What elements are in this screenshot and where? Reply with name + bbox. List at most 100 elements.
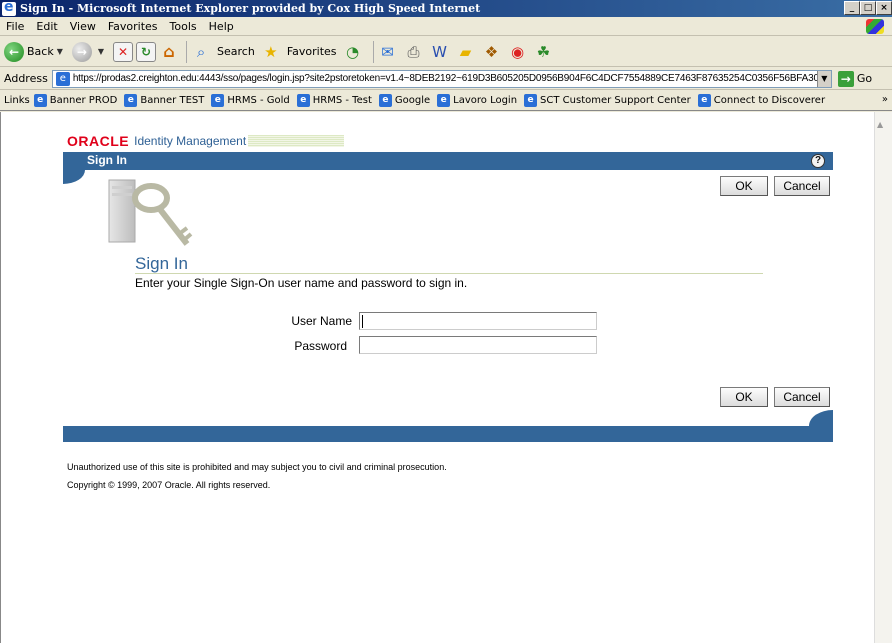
menu-file[interactable]: File	[0, 20, 30, 33]
link-label: HRMS - Gold	[227, 95, 290, 106]
internet-explorer-icon	[2, 0, 16, 16]
toolbar-separator	[186, 40, 188, 63]
copyright-notice: Copyright © 1999, 2007 Oracle. All right…	[67, 480, 271, 490]
search-icon: ⌕	[196, 42, 206, 61]
links-label: Links	[4, 95, 30, 106]
mail-icon[interactable]: ✉	[378, 42, 398, 62]
link-discoverer[interactable]: e Connect to Discoverer	[697, 94, 826, 107]
back-button[interactable]: ← Back ▼	[4, 41, 66, 62]
home-icon[interactable]: ⌂	[159, 42, 179, 62]
ok-button-bottom[interactable]: OK	[720, 387, 768, 407]
product-name: Identity Management	[134, 134, 247, 148]
minimize-button[interactable]: _	[844, 1, 860, 15]
menu-tools[interactable]: Tools	[164, 20, 203, 33]
header-curve	[63, 170, 85, 184]
address-input[interactable]: e https://prodas2.creighton.edu:4443/sso…	[51, 69, 832, 88]
legal-notice: Unauthorized use of this site is prohibi…	[67, 462, 447, 472]
link-label: Banner TEST	[140, 95, 205, 106]
link-banner-prod[interactable]: e Banner PROD	[33, 94, 118, 107]
folder-icon[interactable]: ▰	[456, 42, 476, 62]
link-google[interactable]: e Google	[378, 94, 430, 107]
ie-page-icon: e	[211, 94, 225, 107]
menu-help[interactable]: Help	[203, 20, 240, 33]
messenger-icon[interactable]: ◉	[508, 42, 528, 62]
address-url[interactable]: https://prodas2.creighton.edu:4443/sso/p…	[73, 73, 817, 84]
close-button[interactable]: ×	[876, 1, 892, 15]
links-bar: Links e Banner PROD e Banner TEST e HRMS - …	[0, 91, 892, 111]
search-button[interactable]: ⌕ Search	[191, 42, 255, 62]
ie-page-icon: e	[697, 94, 711, 107]
word-edit-icon[interactable]: W	[430, 42, 450, 62]
go-label: Go	[856, 72, 873, 85]
ie-page-icon: e	[437, 94, 451, 107]
text-caret	[362, 315, 363, 328]
footer-band	[63, 426, 833, 442]
ie-page-icon: e	[296, 94, 310, 107]
page-content: ORACLE Identity Management Sign In ? OK …	[0, 112, 874, 643]
header-band: Sign In ?	[63, 152, 833, 170]
history-icon[interactable]: ◔	[343, 42, 363, 62]
page-icon: e	[55, 71, 70, 86]
ok-button-top[interactable]: OK	[720, 176, 768, 196]
username-input[interactable]	[359, 312, 597, 330]
menu-bar: File Edit View Favorites Tools Help	[0, 17, 892, 36]
oracle-logo: ORACLE Identity Management	[67, 133, 345, 149]
browser-window: Sign In - Microsoft Internet Explorer pr…	[0, 0, 892, 643]
back-dropdown-icon[interactable]: ▼	[57, 47, 63, 56]
scroll-up-icon[interactable]: ▲	[877, 120, 883, 129]
toolbar-separator	[372, 40, 374, 63]
favorites-star-icon: ★	[264, 42, 278, 61]
link-label: HRMS - Test	[312, 95, 372, 106]
back-arrow-icon: ←	[4, 41, 24, 62]
links-more-chevron-icon[interactable]: »	[882, 94, 888, 105]
cancel-button-bottom[interactable]: Cancel	[774, 387, 830, 407]
username-label: User Name	[291, 314, 352, 328]
favorites-label: Favorites	[286, 45, 337, 58]
link-label: SCT Customer Support Center	[540, 95, 691, 106]
cancel-button-top[interactable]: Cancel	[774, 176, 830, 196]
link-banner-test[interactable]: e Banner TEST	[124, 94, 204, 107]
title-bar: Sign In - Microsoft Internet Explorer pr…	[0, 0, 892, 17]
forward-button[interactable]: → ▼	[71, 41, 107, 62]
header-title: Sign In	[87, 153, 127, 167]
password-label: Password	[294, 339, 347, 353]
go-button[interactable]: → Go	[837, 70, 873, 87]
window-controls: _ □ ×	[844, 1, 892, 15]
back-label: Back	[27, 45, 54, 58]
ie-page-icon: e	[124, 94, 138, 107]
link-hrms-test[interactable]: e HRMS - Test	[296, 94, 372, 107]
footer-curve	[809, 410, 833, 426]
forward-arrow-icon: →	[71, 41, 92, 62]
research-icon[interactable]: ❖	[482, 42, 502, 62]
menu-favorites[interactable]: Favorites	[102, 20, 164, 33]
password-input[interactable]	[359, 336, 597, 354]
windows-logo-icon	[866, 19, 884, 34]
link-label: Banner PROD	[49, 95, 118, 106]
link-lavoro-login[interactable]: e Lavoro Login	[437, 94, 517, 107]
instructions-text: Enter your Single Sign-On user name and …	[135, 276, 468, 290]
favorites-button[interactable]: ★ Favorites	[261, 42, 337, 62]
contacts-icon[interactable]: ☘	[534, 42, 554, 62]
forward-dropdown-icon[interactable]: ▼	[98, 47, 104, 56]
window-title: Sign In - Microsoft Internet Explorer pr…	[20, 2, 481, 15]
ie-page-icon: e	[33, 94, 47, 107]
go-arrow-icon: →	[837, 70, 854, 87]
ie-page-icon: e	[378, 94, 392, 107]
vertical-scrollbar[interactable]: ▲	[874, 112, 892, 643]
print-icon[interactable]: ⎙	[404, 42, 424, 62]
address-label: Address	[4, 72, 48, 85]
address-dropdown-icon[interactable]: ▼	[816, 70, 831, 87]
heading-divider	[135, 273, 763, 274]
stop-icon[interactable]: ✕	[113, 41, 134, 62]
help-icon[interactable]: ?	[811, 154, 825, 168]
link-hrms-gold[interactable]: e HRMS - Gold	[211, 94, 290, 107]
maximize-button[interactable]: □	[860, 1, 876, 15]
brand-stripes	[248, 135, 345, 147]
link-sct-support[interactable]: e SCT Customer Support Center	[524, 94, 691, 107]
menu-view[interactable]: View	[64, 20, 102, 33]
menu-edit[interactable]: Edit	[30, 20, 63, 33]
refresh-icon[interactable]: ↻	[136, 41, 157, 62]
toolbar: ← Back ▼ → ▼ ✕ ↻ ⌂ ⌕ Search ★ Favorites …	[0, 37, 892, 67]
link-label: Connect to Discoverer	[713, 95, 826, 106]
search-label: Search	[217, 45, 255, 58]
